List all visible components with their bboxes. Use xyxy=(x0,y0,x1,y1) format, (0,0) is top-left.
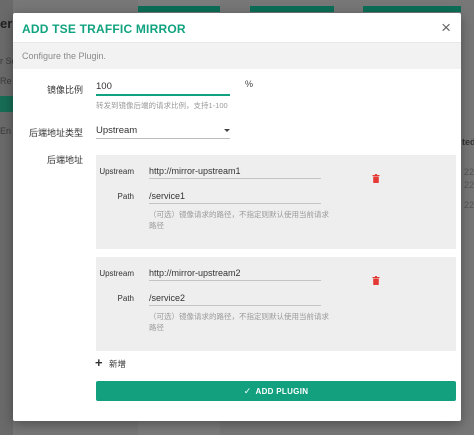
background-tab xyxy=(250,6,334,12)
path-input[interactable]: /service1 xyxy=(149,191,321,204)
upstream-label: Upstream xyxy=(99,167,134,176)
modal-header: ADD TSE TRAFFIC MIRROR × xyxy=(13,13,461,43)
upstream-label: Upstream xyxy=(99,269,134,278)
add-upstream-label: 新增 xyxy=(109,359,127,369)
trash-icon[interactable] xyxy=(372,174,380,183)
path-input[interactable]: /service2 xyxy=(149,293,321,306)
add-plugin-button[interactable]: ✓ ADD PLUGIN xyxy=(96,381,456,401)
background-tab xyxy=(138,6,220,12)
ratio-input[interactable] xyxy=(96,79,230,96)
background-text: Re xyxy=(0,76,12,86)
chevron-down-icon xyxy=(224,129,230,132)
plus-icon: + xyxy=(95,355,103,370)
check-icon: ✓ xyxy=(243,386,252,396)
trash-icon[interactable] xyxy=(372,276,380,285)
backend-type-value: Upstream xyxy=(96,125,138,136)
add-plugin-modal: ADD TSE TRAFFIC MIRROR × Configure the P… xyxy=(13,13,461,421)
backend-type-select[interactable]: Upstream xyxy=(96,125,230,139)
backend-address-label: 后端地址 xyxy=(46,155,83,165)
backend-type-label: 后端地址类型 xyxy=(28,128,83,138)
close-icon[interactable]: × xyxy=(441,19,451,36)
background-text: En xyxy=(0,126,12,136)
ratio-hint: 转发到镜像后端的请求比例，支持1-100 xyxy=(96,101,228,110)
upstream-card: Upstream http://mirror-upstream1 Path /s… xyxy=(96,155,456,249)
background-text: er xyxy=(0,16,13,31)
upstream-input[interactable]: http://mirror-upstream1 xyxy=(149,166,321,179)
path-label: Path xyxy=(117,294,134,303)
path-label: Path xyxy=(117,192,134,201)
upstream-card: Upstream http://mirror-upstream2 Path /s… xyxy=(96,257,456,351)
modal-description-bar: Configure the Plugin. xyxy=(13,43,461,69)
modal-description: Configure the Plugin. xyxy=(22,51,107,61)
background-text: 22 xyxy=(464,167,474,177)
background-tab xyxy=(363,6,461,12)
background-text: 22 xyxy=(464,180,474,190)
add-plugin-label: ADD PLUGIN xyxy=(255,387,309,396)
background-text: 22 xyxy=(464,200,474,210)
modal-title: ADD TSE TRAFFIC MIRROR xyxy=(22,22,186,36)
path-hint: （可选）镜像请求的路径，不指定则默认使用当前请求路径 xyxy=(149,210,329,230)
path-hint: （可选）镜像请求的路径，不指定则默认使用当前请求路径 xyxy=(149,312,329,332)
background-active-nav xyxy=(0,96,13,112)
ratio-unit: % xyxy=(245,79,254,89)
upstream-input[interactable]: http://mirror-upstream2 xyxy=(149,268,321,281)
ratio-label: 镜像比例 xyxy=(46,85,83,95)
background-text: ted xyxy=(462,137,474,147)
